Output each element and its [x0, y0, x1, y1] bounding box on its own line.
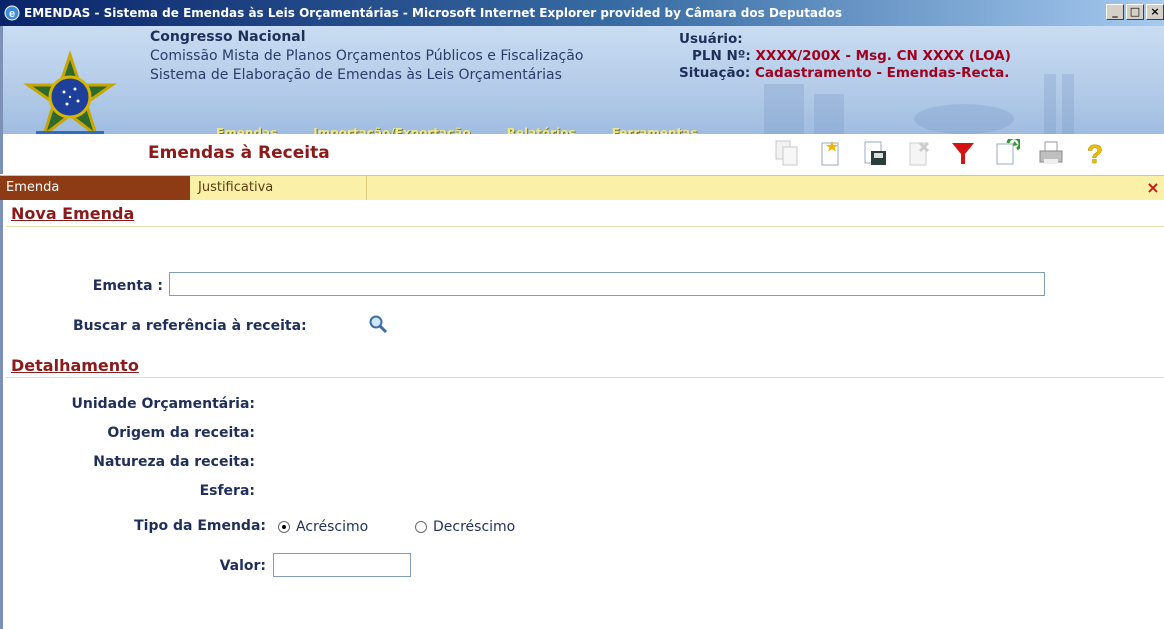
filter-icon[interactable] — [948, 137, 978, 169]
org-info: Congresso Nacional Comissão Mista de Pla… — [150, 28, 583, 85]
svg-text:?: ? — [1087, 139, 1103, 167]
user-info: Usuário: PLN Nº: XXXX/200X - Msg. CN XXX… — [679, 31, 1011, 82]
natureza-label: Natureza da receita: — [93, 454, 255, 470]
system-name: Sistema de Elaboração de Emendas às Leis… — [150, 67, 562, 83]
tab-emenda[interactable]: Emenda — [0, 176, 190, 200]
section-nova-emenda: Nova Emenda — [11, 204, 135, 223]
ie-icon: e — [4, 5, 20, 21]
copy-icon[interactable] — [772, 137, 802, 169]
svg-text:e: e — [9, 8, 15, 20]
app-header: Congresso Nacional Comissão Mista de Pla… — [0, 26, 1164, 140]
user-label: Usuário: — [679, 31, 743, 47]
delete-icon[interactable] — [904, 137, 934, 169]
tipo-label: Tipo da Emenda: — [134, 518, 266, 534]
save-icon[interactable] — [860, 137, 890, 169]
window-title-bar: e EMENDAS - Sistema de Emendas às Leis O… — [0, 0, 1164, 26]
minimize-button[interactable]: _ — [1106, 4, 1124, 20]
window-title: EMENDAS - Sistema de Emendas às Leis Orç… — [24, 6, 843, 20]
section-detalhamento: Detalhamento — [11, 356, 139, 375]
tab-bar: Emenda Justificativa × — [0, 175, 1164, 200]
pln-value: XXXX/200X - Msg. CN XXXX (LOA) — [755, 48, 1011, 64]
new-icon[interactable] — [816, 137, 846, 169]
print-icon[interactable] — [1036, 137, 1066, 169]
radio-decrescimo-label: Decréscimo — [433, 519, 516, 535]
ementa-label: Ementa : — [92, 278, 163, 294]
page-title-bar: Emendas à Receita ? — [0, 134, 1164, 174]
search-icon[interactable] — [368, 314, 388, 334]
valor-input[interactable] — [273, 553, 411, 577]
esfera-label: Esfera: — [199, 483, 255, 499]
radio-decrescimo[interactable]: Decréscimo — [415, 519, 515, 535]
valor-label: Valor: — [219, 558, 266, 574]
section-divider — [6, 377, 1164, 378]
form-content: Nova Emenda Ementa : Buscar a referência… — [0, 200, 1164, 629]
close-icon[interactable]: × — [1144, 178, 1162, 198]
radio-acrescimo[interactable]: Acréscimo — [278, 519, 368, 535]
radio-decrescimo-dot[interactable] — [415, 521, 427, 533]
tab-justificativa[interactable]: Justificativa — [190, 176, 367, 200]
page-title: Emendas à Receita — [148, 143, 330, 163]
help-icon[interactable]: ? — [1080, 137, 1110, 169]
unidade-label: Unidade Orçamentária: — [71, 396, 255, 412]
close-window-button[interactable]: × — [1146, 4, 1164, 20]
ementa-input[interactable] — [169, 272, 1045, 296]
section-divider — [6, 226, 1164, 227]
pln-label: PLN Nº: — [692, 48, 751, 64]
toolbar: ? — [772, 137, 1110, 169]
origem-label: Origem da receita: — [107, 425, 255, 441]
window-controls: _ □ × — [1106, 4, 1164, 20]
radio-acrescimo-dot[interactable] — [278, 521, 290, 533]
commission-name: Comissão Mista de Planos Orçamentos Públ… — [150, 48, 584, 64]
org-name: Congresso Nacional — [150, 29, 306, 45]
radio-acrescimo-label: Acréscimo — [296, 519, 369, 535]
maximize-button[interactable]: □ — [1126, 4, 1144, 20]
situacao-value: Cadastramento - Emendas-Recta. — [755, 65, 1010, 81]
situacao-label: Situação: — [679, 65, 751, 81]
refresh-icon[interactable] — [992, 137, 1022, 169]
buscar-label: Buscar a referência à receita: — [73, 318, 307, 334]
